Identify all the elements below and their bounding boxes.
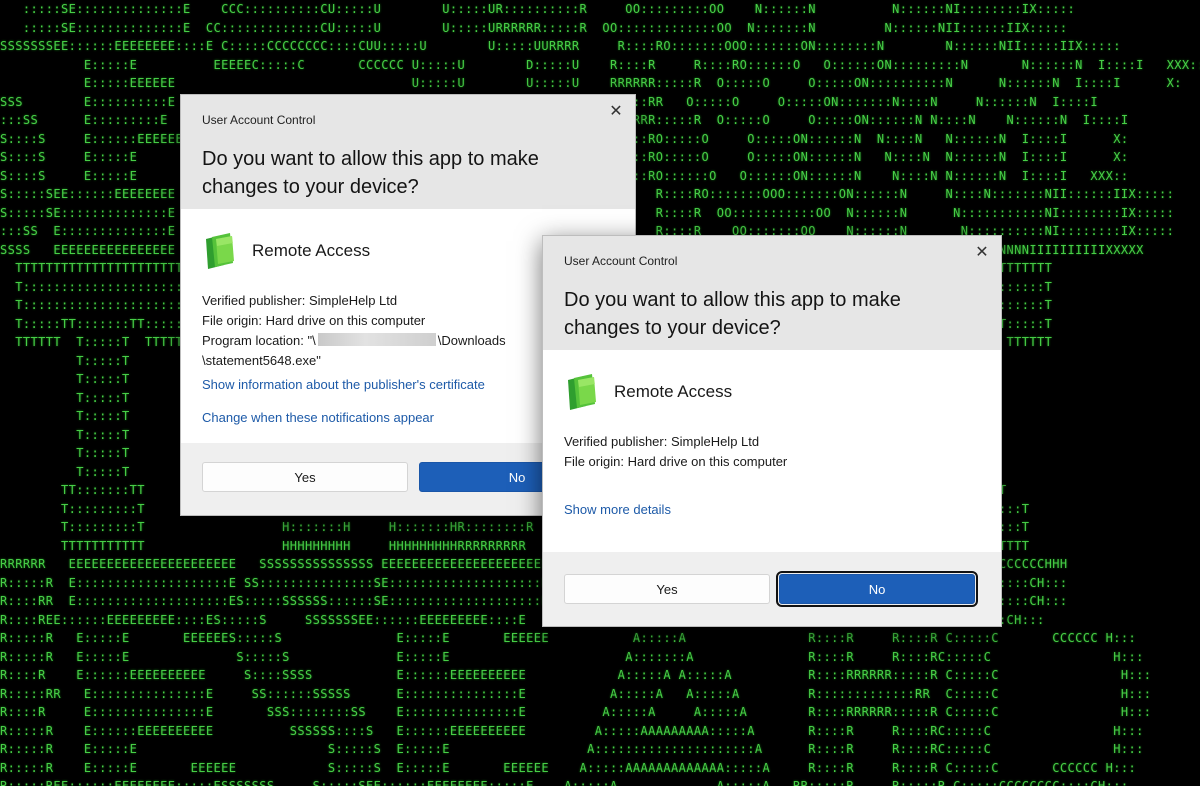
uac-header: User Account Control ✕ Do you want to al… — [181, 95, 635, 209]
uac-question: Do you want to allow this app to make ch… — [564, 289, 901, 339]
app-row: Remote Access — [202, 231, 370, 271]
program-location-file: \statement5648.exe" — [202, 353, 321, 368]
verified-publisher: Verified publisher: SimpleHelp Ltd — [202, 293, 398, 308]
close-icon[interactable]: ✕ — [971, 242, 993, 264]
uac-title: User Account Control — [564, 254, 678, 268]
file-origin: File origin: Hard drive on this computer — [564, 454, 788, 469]
change-notifications-link[interactable]: Change when these notifications appear — [202, 410, 434, 425]
app-icon — [568, 374, 596, 410]
program-location-prefix: Program location: "\ — [202, 333, 316, 348]
redacted-path — [317, 333, 436, 346]
app-name: Remote Access — [252, 241, 371, 260]
no-button[interactable]: No — [776, 571, 978, 607]
uac-header: User Account Control ✕ Do you want to al… — [543, 236, 1001, 350]
publisher-info: Verified publisher: SimpleHelp Ltd File … — [202, 291, 506, 371]
uac-dialog-front: User Account Control ✕ Do you want to al… — [542, 235, 1002, 627]
uac-question: Do you want to allow this app to make ch… — [202, 148, 539, 198]
app-name: Remote Access — [614, 382, 733, 401]
app-icon — [206, 233, 234, 269]
show-more-details-link[interactable]: Show more details — [564, 502, 671, 517]
program-location: Program location: "\ \Downloads — [202, 331, 506, 351]
uac-title: User Account Control — [202, 113, 316, 127]
publisher-info: Verified publisher: SimpleHelp Ltd File … — [564, 432, 787, 472]
yes-button[interactable]: Yes — [202, 462, 408, 492]
file-origin: File origin: Hard drive on this computer — [202, 313, 426, 328]
close-icon[interactable]: ✕ — [605, 101, 627, 123]
verified-publisher: Verified publisher: SimpleHelp Ltd — [564, 434, 760, 449]
uac-footer: Yes No — [543, 552, 1001, 626]
certificate-info-link[interactable]: Show information about the publisher's c… — [202, 377, 485, 392]
yes-button[interactable]: Yes — [564, 574, 770, 604]
app-row: Remote Access — [564, 372, 732, 412]
program-location-suffix: \Downloads — [437, 333, 506, 348]
